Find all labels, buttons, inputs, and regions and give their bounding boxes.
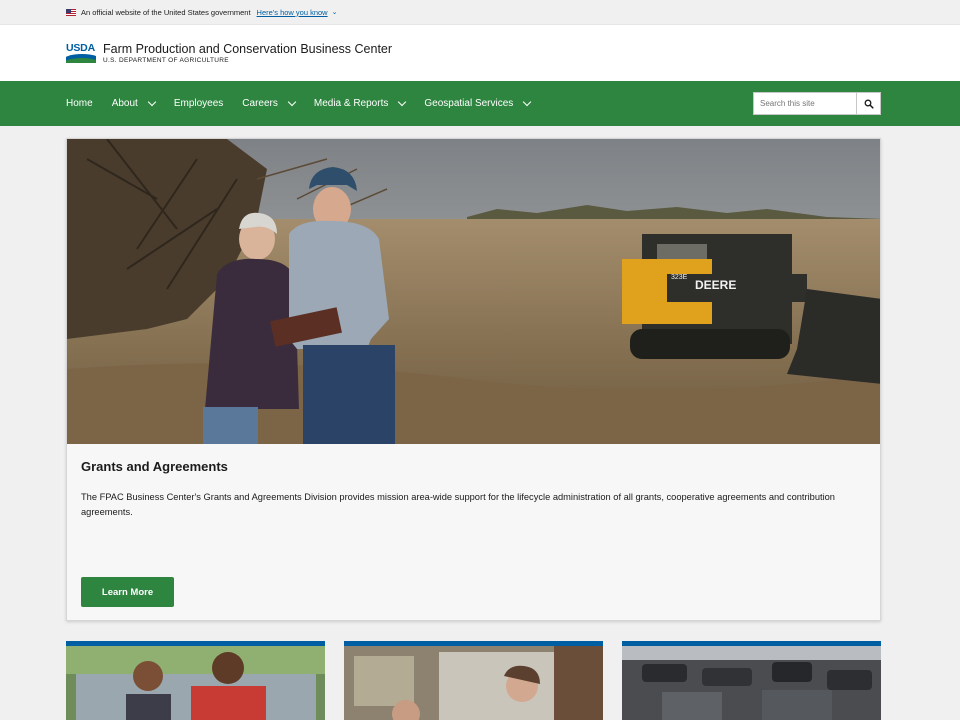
machine-brand-text: DEERE xyxy=(695,278,736,292)
us-flag-icon xyxy=(66,8,76,16)
machine-model-text: 323E xyxy=(671,274,688,281)
nav-item-careers[interactable]: Careers xyxy=(242,97,297,109)
usda-logo-text: USDA xyxy=(66,42,95,54)
feature-card-image-1[interactable] xyxy=(66,641,325,720)
search-input[interactable] xyxy=(753,92,857,115)
agency-identity[interactable]: Farm Production and Conservation Busines… xyxy=(103,42,392,64)
card-body: The FPAC Business Center's Grants and Ag… xyxy=(81,492,835,517)
gov-banner-text: An official website of the United States… xyxy=(81,7,251,17)
chevron-down-icon[interactable]: ⌄ xyxy=(332,8,338,16)
nav-item-label: Employees xyxy=(173,98,224,109)
nav-item-label: Careers xyxy=(242,98,278,109)
chevron-down-icon[interactable] xyxy=(523,97,532,107)
heres-how-you-know-link[interactable]: Here's how you know xyxy=(257,8,328,17)
main-nav: Home About Employees Careers Media & Rep… xyxy=(0,81,960,126)
usda-logo-field-icon xyxy=(66,54,96,63)
nav-item-media-reports[interactable]: Media & Reports xyxy=(313,97,407,109)
site-search xyxy=(753,92,881,115)
chevron-down-icon[interactable] xyxy=(147,97,157,107)
gov-banner: An official website of the United States… xyxy=(0,0,960,25)
agency-subtitle: U.S. DEPARTMENT OF AGRICULTURE xyxy=(103,57,229,64)
usda-logo[interactable]: USDA xyxy=(66,43,96,63)
search-icon xyxy=(864,99,874,109)
nav-item-label: Geospatial Services xyxy=(424,98,514,109)
hero-card: DEERE 323E Grants and Agreements The FPA… xyxy=(66,138,881,621)
search-button[interactable] xyxy=(857,92,881,115)
chevron-down-icon[interactable] xyxy=(398,97,407,107)
nav-item-about[interactable]: About xyxy=(111,97,157,109)
nav-item-geospatial-services[interactable]: Geospatial Services xyxy=(424,97,532,109)
feature-card-image-3[interactable] xyxy=(622,641,881,720)
hero-image: DEERE 323E xyxy=(67,139,880,444)
site-header: USDA Farm Production and Conservation Bu… xyxy=(0,25,960,81)
nav-item-label: About xyxy=(111,98,138,109)
feature-card-image-2[interactable] xyxy=(344,641,603,720)
chevron-down-icon[interactable] xyxy=(287,97,297,107)
nav-item-label: Media & Reports xyxy=(313,98,389,109)
card-title: Grants and Agreements xyxy=(81,459,228,474)
nav-item-employees[interactable]: Employees xyxy=(174,98,223,109)
nav-item-label: Home xyxy=(66,98,93,109)
learn-more-button[interactable]: Learn More xyxy=(81,577,174,607)
nav-item-home[interactable]: Home xyxy=(66,98,93,109)
agency-title[interactable]: Farm Production and Conservation Busines… xyxy=(103,42,392,56)
